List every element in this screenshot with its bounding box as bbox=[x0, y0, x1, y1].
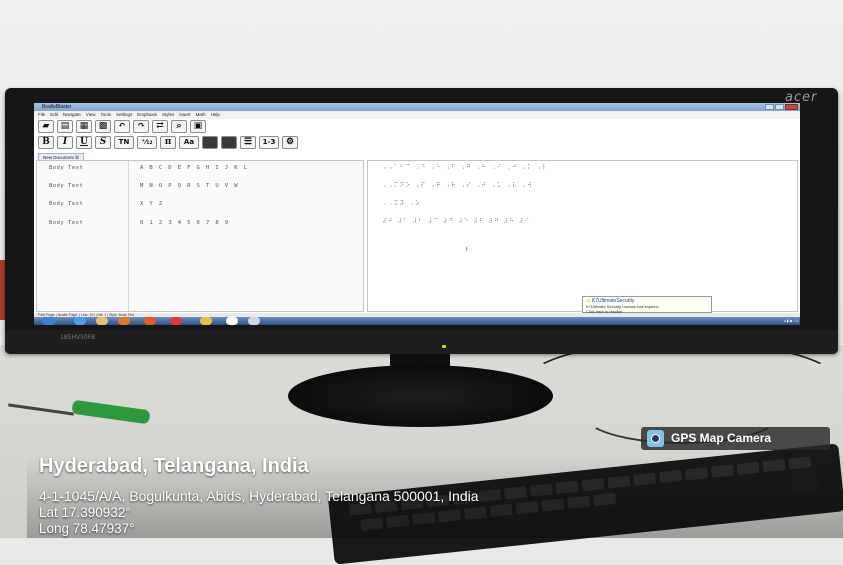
location-city: Hyderabad, Telangana, India bbox=[39, 455, 309, 477]
text-cursor-icon: I bbox=[466, 247, 468, 253]
menu-navigate[interactable]: Navigate bbox=[63, 111, 81, 119]
script-button[interactable]: S bbox=[95, 136, 111, 149]
system-tray[interactable]: ◂ ▮ ◆ ♪ ▯ bbox=[784, 317, 798, 325]
italic-button[interactable]: I bbox=[57, 136, 73, 149]
print-text[interactable]: A B C D E F G H I J K L bbox=[140, 165, 248, 171]
maximize-button[interactable] bbox=[775, 104, 784, 110]
minimize-button[interactable] bbox=[765, 104, 774, 110]
search-icon[interactable]: ⌕ bbox=[171, 120, 187, 133]
style-column-divider bbox=[128, 161, 129, 311]
print-text[interactable]: M N O P Q R S T U V W bbox=[140, 183, 239, 189]
menu-bar: File Edit Navigate View Tools Settings E… bbox=[34, 111, 800, 119]
latitude: Lat 17.390932° bbox=[39, 505, 131, 520]
menu-tools[interactable]: Tools bbox=[100, 111, 111, 119]
style-label: Body Text bbox=[49, 220, 84, 226]
braille-text[interactable]: ⠠⠠⠭⠽ ⠠⠵ bbox=[382, 200, 421, 207]
settings-icon[interactable]: ⚙ bbox=[282, 136, 298, 149]
explorer-icon[interactable] bbox=[96, 317, 108, 325]
window-controls bbox=[765, 104, 798, 110]
fraction-button[interactable]: ⁺⁄₁₂ bbox=[137, 136, 157, 149]
print-view-pane[interactable]: Body Text A B C D E F G H I J K L Body T… bbox=[36, 160, 364, 312]
start-button-icon[interactable] bbox=[42, 317, 56, 325]
app-titlebar: BrailleBlaster bbox=[34, 103, 800, 111]
pi-math-button[interactable]: π bbox=[160, 136, 176, 149]
boxline-icon[interactable] bbox=[202, 136, 218, 149]
toolbar-row-1: ▰ ▤ ▦ ▩ ↶ ↷ ⇄ ⌕ ▣ bbox=[38, 120, 206, 134]
menu-file[interactable]: File bbox=[38, 111, 45, 119]
camera-icon bbox=[647, 430, 664, 447]
network-icon[interactable] bbox=[248, 317, 260, 325]
toolbar-row-2: B I U S TN ⁺⁄₁₂ π Aa ☰ 1-3 ⚙ bbox=[38, 136, 298, 150]
menu-emphasis[interactable]: Emphasis bbox=[137, 111, 157, 119]
open-folder-icon[interactable]: ▰ bbox=[38, 120, 54, 133]
menu-math[interactable]: Math bbox=[196, 111, 206, 119]
monitor-stand-base bbox=[288, 365, 553, 427]
monitor-model: 185HV50FB bbox=[60, 334, 96, 341]
app-icon[interactable] bbox=[226, 317, 238, 325]
print-text[interactable]: 0 1 2 3 4 5 6 7 8 9 bbox=[140, 220, 230, 226]
menu-help[interactable]: Help bbox=[211, 111, 220, 119]
translate-icon[interactable]: ⇄ bbox=[152, 120, 168, 133]
close-button[interactable] bbox=[785, 104, 798, 110]
taskbar: ◂ ▮ ◆ ♪ ▯ bbox=[34, 317, 800, 325]
ie-icon[interactable] bbox=[74, 317, 86, 325]
range-button[interactable]: 1-3 bbox=[259, 136, 279, 149]
shield-icon[interactable] bbox=[170, 317, 182, 325]
open-file-icon[interactable]: ▤ bbox=[57, 120, 73, 133]
app-title: BrailleBlaster bbox=[42, 104, 72, 110]
menu-view[interactable]: View bbox=[86, 111, 96, 119]
style-label: Body Text bbox=[49, 165, 84, 171]
transcriber-note-button[interactable]: TN bbox=[114, 136, 134, 149]
undo-icon[interactable]: ↶ bbox=[114, 120, 130, 133]
longitude: Long 78.47937° bbox=[39, 521, 135, 536]
braille-view-pane[interactable]: ⠠⠠⠁⠃⠉ ⠠⠙ ⠠⠑ ⠠⠋ ⠠⠛ ⠠⠓ ⠠⠊ ⠠⠚ ⠠⠅ ⠠⠇ ⠠⠠⠍⠝⠕ ⠠… bbox=[367, 160, 798, 312]
list-icon[interactable]: ☰ bbox=[240, 136, 256, 149]
menu-insert[interactable]: Insert bbox=[179, 111, 190, 119]
style-label: Body Text bbox=[49, 201, 84, 207]
print-icon[interactable]: ▦ bbox=[76, 120, 92, 133]
braille-text[interactable]: ⠼⠚ ⠼⠁ ⠼⠃ ⠼⠉ ⠼⠙ ⠼⠑ ⠼⠋ ⠼⠛ ⠼⠓ ⠼⠊ bbox=[382, 218, 531, 225]
menu-edit[interactable]: Edit bbox=[50, 111, 58, 119]
print-text[interactable]: X Y Z bbox=[140, 201, 164, 207]
underline-button[interactable]: U bbox=[76, 136, 92, 149]
chrome-icon[interactable] bbox=[200, 317, 212, 325]
gps-badge-label: GPS Map Camera bbox=[671, 431, 772, 445]
monitor-screen: BrailleBlaster File Edit Navigate View T… bbox=[34, 103, 800, 325]
security-notification[interactable]: ⚠ K7UltimateSecurity K7Ultimate Security… bbox=[582, 296, 712, 314]
case-button[interactable]: Aa bbox=[179, 136, 199, 149]
image-icon[interactable]: ▣ bbox=[190, 120, 206, 133]
location-address: 4-1-1045/A/A, Bogulkunta, Abids, Hyderab… bbox=[39, 488, 479, 504]
redo-icon[interactable]: ↷ bbox=[133, 120, 149, 133]
firefox-icon[interactable] bbox=[144, 317, 156, 325]
braille-text[interactable]: ⠠⠠⠍⠝⠕ ⠠⠏ ⠠⠟ ⠠⠗ ⠠⠎ ⠠⠞ ⠠⠥ ⠠⠧ ⠠⠺ bbox=[382, 182, 533, 189]
braille-text[interactable]: ⠠⠠⠁⠃⠉ ⠠⠙ ⠠⠑ ⠠⠋ ⠠⠛ ⠠⠓ ⠠⠊ ⠠⠚ ⠠⠅ ⠠⠇ bbox=[382, 164, 548, 171]
bold-button[interactable]: B bbox=[38, 136, 54, 149]
power-led bbox=[442, 345, 446, 348]
image-describe-icon[interactable] bbox=[221, 136, 237, 149]
emboss-icon[interactable]: ▩ bbox=[95, 120, 111, 133]
menu-styles[interactable]: Styles bbox=[162, 111, 174, 119]
monitor-bezel-bottom bbox=[5, 330, 838, 354]
style-label: Body Text bbox=[49, 183, 84, 189]
gps-camera-badge: GPS Map Camera bbox=[641, 427, 830, 450]
media-player-icon[interactable] bbox=[118, 317, 130, 325]
menu-settings[interactable]: Settings bbox=[116, 111, 132, 119]
